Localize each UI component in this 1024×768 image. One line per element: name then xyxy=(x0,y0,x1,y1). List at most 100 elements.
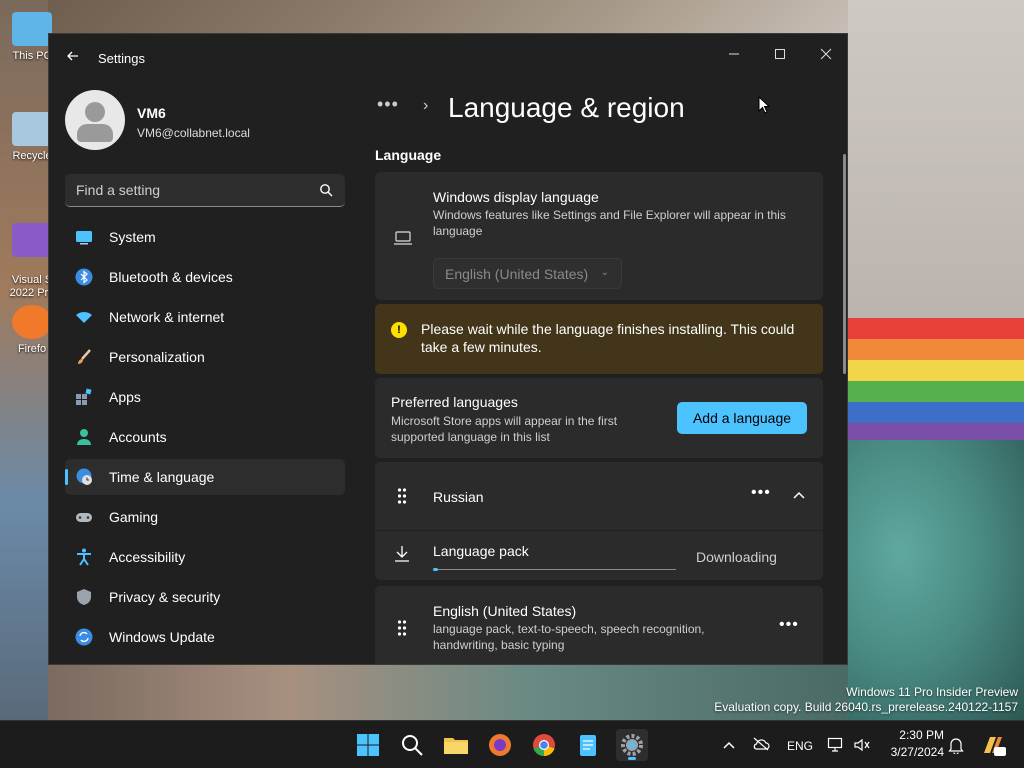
desktop-wallpaper-flag xyxy=(848,318,1024,448)
copilot-preview-icon[interactable] xyxy=(980,733,1006,757)
avatar xyxy=(65,90,125,150)
sidebar-item-accessibility[interactable]: Accessibility xyxy=(65,539,345,575)
chevron-up-icon[interactable] xyxy=(722,739,736,751)
sidebar-item-personalization[interactable]: Personalization xyxy=(65,339,345,375)
file-explorer-button[interactable] xyxy=(440,729,472,761)
sidebar-item-accounts[interactable]: Accounts xyxy=(65,419,345,455)
sidebar-item-label: Accounts xyxy=(109,429,167,445)
search-icon xyxy=(402,735,423,756)
laptop-icon xyxy=(394,231,412,245)
preferred-languages-title: Preferred languages xyxy=(391,394,518,410)
sidebar-item-label: Windows Update xyxy=(109,629,215,645)
taskbar-search-button[interactable] xyxy=(396,729,428,761)
warning-icon: ! xyxy=(391,322,407,338)
monitor-icon xyxy=(12,12,52,46)
desktop-wallpaper-left xyxy=(0,0,48,720)
user-profile[interactable]: VM6 VM6@collabnet.local xyxy=(65,90,345,150)
firefox-icon xyxy=(12,305,52,339)
more-options-button[interactable]: ••• xyxy=(751,484,771,502)
sidebar-item-label: Apps xyxy=(109,389,141,405)
download-icon xyxy=(395,546,409,562)
drag-handle-icon[interactable] xyxy=(397,488,407,504)
desktop-wallpaper-person xyxy=(848,440,1024,720)
page-title: Language & region xyxy=(448,92,685,123)
sidebar-item-label: Personalization xyxy=(109,349,205,365)
person-icon xyxy=(77,429,91,445)
accessibility-icon xyxy=(77,548,91,566)
sidebar-item-windows-update[interactable]: Windows Update xyxy=(65,619,345,655)
language-pack-row: Language pack Downloading xyxy=(375,531,823,580)
clock-time: 2:30 PM xyxy=(899,728,944,742)
clock[interactable]: 2:30 PM 3/27/2024 xyxy=(880,728,944,759)
cloud-offline-icon[interactable] xyxy=(752,737,770,751)
close-icon[interactable] xyxy=(803,40,847,70)
sidebar-item-label: Gaming xyxy=(109,509,159,525)
visual-studio-icon xyxy=(12,223,52,257)
sidebar-item-label: Bluetooth & devices xyxy=(109,269,233,285)
breadcrumb-separator: › xyxy=(423,97,429,114)
network-display-icon[interactable] xyxy=(827,737,845,753)
profile-name: VM6 xyxy=(137,105,166,121)
search-icon[interactable] xyxy=(319,183,333,197)
language-pack-label: Language pack xyxy=(433,543,529,559)
download-progress-fill xyxy=(433,568,438,571)
volume-muted-icon[interactable] xyxy=(853,737,871,753)
sidebar-item-gaming[interactable]: Gaming xyxy=(65,499,345,535)
chrome-icon xyxy=(533,734,555,757)
update-icon xyxy=(75,628,93,646)
language-row-english[interactable]: English (United States) language pack, t… xyxy=(375,586,823,664)
minimize-icon[interactable] xyxy=(711,40,757,70)
notepad-icon xyxy=(580,735,596,756)
firefox-taskbar-button[interactable] xyxy=(484,729,516,761)
wifi-icon xyxy=(76,311,92,323)
start-button[interactable] xyxy=(352,729,384,761)
apps-icon xyxy=(76,388,92,405)
display-language-desc: Windows features like Settings and File … xyxy=(433,208,786,238)
install-warning-banner: ! Please wait while the language finishe… xyxy=(375,304,823,374)
shield-icon xyxy=(77,589,91,605)
sidebar-item-label: Accessibility xyxy=(109,549,186,565)
recycle-bin-icon xyxy=(12,112,52,146)
sidebar-item-label: Privacy & security xyxy=(109,589,221,605)
add-language-button[interactable]: Add a language xyxy=(677,402,807,434)
drag-handle-icon[interactable] xyxy=(397,620,407,636)
taskbar: ENG 2:30 PM 3/27/2024 xyxy=(0,720,1024,768)
brush-icon xyxy=(78,349,91,364)
maximize-icon[interactable] xyxy=(757,40,803,70)
desktop-icon-label: Firefo xyxy=(17,343,47,355)
title-bar[interactable]: Settings xyxy=(49,34,847,82)
notepad-taskbar-button[interactable] xyxy=(572,729,604,761)
sidebar-item-network[interactable]: Network & internet xyxy=(65,299,345,335)
input-language-indicator[interactable]: ENG xyxy=(787,739,813,753)
chevron-up-icon[interactable] xyxy=(793,490,805,502)
search-input[interactable] xyxy=(65,174,305,206)
more-options-button[interactable]: ••• xyxy=(779,616,799,634)
folder-icon xyxy=(444,738,468,754)
language-row-russian[interactable]: Russian ••• xyxy=(375,462,823,530)
profile-email: VM6@collabnet.local xyxy=(137,126,250,140)
sidebar-item-apps[interactable]: Apps xyxy=(65,379,345,415)
settings-search[interactable] xyxy=(65,174,345,207)
chrome-taskbar-button[interactable] xyxy=(528,729,560,761)
notification-bell-icon[interactable] xyxy=(948,736,964,754)
language-name-russian: Russian xyxy=(433,489,484,505)
watermark-line-2: Evaluation copy. Build 26040.rs_prerelea… xyxy=(714,700,1018,714)
sidebar-item-time-language[interactable]: Time & language xyxy=(65,459,345,495)
settings-taskbar-button[interactable] xyxy=(616,729,648,761)
preferred-languages-card: Preferred languages Microsoft Store apps… xyxy=(375,378,823,458)
breadcrumb-more-button[interactable]: ••• xyxy=(377,94,399,115)
avatar-body-shape xyxy=(77,124,113,142)
sidebar-item-system[interactable]: System xyxy=(65,219,345,255)
chevron-down-icon: ⌄ xyxy=(600,267,609,278)
content-scrollbar[interactable] xyxy=(843,154,846,374)
language-features-english: language pack, text-to-speech, speech re… xyxy=(433,622,705,652)
sidebar-item-privacy[interactable]: Privacy & security xyxy=(65,579,345,615)
desktop-icon-label: This PC xyxy=(12,50,52,62)
back-arrow-icon[interactable] xyxy=(63,48,83,68)
display-language-select[interactable]: English (United States) ⌄ xyxy=(433,258,622,289)
sidebar-item-bluetooth[interactable]: Bluetooth & devices xyxy=(65,259,345,295)
gamepad-icon xyxy=(76,513,92,522)
monitor-icon xyxy=(76,231,92,245)
globe-clock-icon xyxy=(76,468,92,485)
windows-watermark: Windows 11 Pro Insider Preview Evaluatio… xyxy=(714,685,1018,715)
